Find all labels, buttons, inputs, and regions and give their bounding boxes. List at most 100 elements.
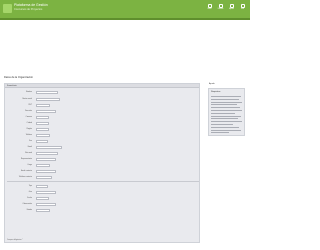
user-label: Usuario bbox=[217, 9, 224, 10]
text-field[interactable] bbox=[36, 139, 48, 143]
help-label-top: Ayuda bbox=[229, 9, 234, 10]
text-field[interactable]: Nombre bbox=[36, 97, 60, 101]
text-field[interactable] bbox=[36, 202, 56, 206]
field-label: Fax bbox=[29, 140, 32, 142]
app-subtitle: Concursos de Proyectos bbox=[14, 8, 43, 11]
text-field[interactable] bbox=[36, 151, 58, 155]
text-field[interactable] bbox=[36, 184, 48, 188]
text-field[interactable] bbox=[36, 190, 56, 194]
exit-label: Salir bbox=[240, 9, 245, 10]
field-label: Comuna bbox=[25, 116, 32, 118]
help-section-label: Ayuda bbox=[209, 83, 215, 85]
field-label: Giro bbox=[28, 191, 32, 193]
help-text-line bbox=[211, 112, 235, 114]
field-label: Email bbox=[27, 146, 32, 148]
text-field[interactable] bbox=[36, 121, 49, 125]
field-label: Cargo bbox=[27, 164, 32, 166]
form-row: Región bbox=[5, 127, 199, 131]
field-label: RUT bbox=[28, 104, 32, 106]
form-row: Teléfono bbox=[5, 133, 199, 137]
form-row: Cargo bbox=[5, 163, 199, 167]
form-row: RUT bbox=[5, 103, 199, 107]
divider bbox=[7, 181, 199, 182]
text-field[interactable] bbox=[36, 109, 56, 113]
field-label: Región bbox=[26, 128, 32, 130]
help-text-line bbox=[211, 98, 239, 100]
form-section-label: Formulario bbox=[7, 84, 17, 87]
footer-note: Campos obligatorios * bbox=[7, 240, 23, 241]
help-icon bbox=[229, 4, 234, 8]
help-text-line bbox=[211, 96, 241, 97]
text-field[interactable] bbox=[36, 115, 49, 119]
field-label: Representante bbox=[20, 158, 32, 160]
text-field[interactable] bbox=[36, 127, 49, 131]
form-row: Observación bbox=[5, 202, 199, 206]
help-title: Requisitos bbox=[211, 91, 221, 93]
field-label: Ciudad bbox=[26, 122, 32, 124]
page-title: Datos de la Organización bbox=[4, 76, 34, 79]
field-label: Razón social bbox=[22, 98, 32, 100]
help-text-line bbox=[211, 126, 239, 128]
text-field[interactable] bbox=[36, 157, 56, 161]
form-panel: Formulario Nombre Razón social Nombre RUT Di… bbox=[4, 83, 200, 243]
home-button[interactable]: Inicio bbox=[206, 4, 213, 10]
form-row: Nombre bbox=[5, 90, 199, 94]
sub-bar bbox=[0, 18, 250, 20]
form-row: Comuna bbox=[5, 115, 199, 119]
home-label: Inicio bbox=[207, 9, 212, 10]
field-label: Sitio web bbox=[25, 152, 32, 154]
field-label: Tipo bbox=[28, 185, 32, 187]
text-field[interactable] bbox=[36, 169, 56, 173]
top-bar: Plataforma de Gestión Concursos de Proye… bbox=[0, 0, 250, 18]
form-row: Fax bbox=[5, 139, 199, 143]
form-row: Fecha bbox=[5, 196, 199, 200]
text-field[interactable] bbox=[36, 90, 58, 94]
form-row: Razón social Nombre bbox=[5, 97, 199, 101]
field-label: Email contacto bbox=[20, 170, 32, 172]
text-field[interactable] bbox=[36, 103, 50, 107]
form-row: Email contacto bbox=[5, 169, 199, 173]
help-text-line bbox=[211, 132, 229, 134]
help-text-line bbox=[211, 110, 242, 111]
top-nav: Inicio Usuario Ayuda Salir bbox=[206, 4, 246, 14]
help-panel: Requisitos bbox=[208, 88, 245, 136]
help-text-line bbox=[211, 107, 240, 108]
form-row: Estado bbox=[5, 208, 199, 212]
form-row: Representante bbox=[5, 157, 199, 161]
app-title: Plataforma de Gestión bbox=[14, 3, 48, 7]
form-panel-header: Formulario bbox=[5, 84, 199, 88]
text-field[interactable] bbox=[36, 145, 62, 149]
help-text-line bbox=[211, 124, 233, 125]
field-label: Nombre bbox=[25, 91, 32, 93]
logo-icon bbox=[3, 4, 12, 13]
app-logo[interactable]: Plataforma de Gestión Concursos de Proye… bbox=[3, 2, 61, 16]
field-label: Estado bbox=[26, 209, 32, 211]
text-field[interactable] bbox=[36, 196, 49, 200]
field-label: Teléfono contacto bbox=[18, 176, 32, 178]
exit-button[interactable]: Salir bbox=[239, 4, 246, 10]
help-text-line bbox=[211, 129, 241, 131]
help-text-line bbox=[211, 121, 242, 122]
field-label: Teléfono bbox=[25, 134, 32, 136]
text-field[interactable] bbox=[36, 163, 50, 167]
home-icon bbox=[207, 4, 212, 8]
form-row: Tipo bbox=[5, 184, 199, 188]
field-label: Fecha bbox=[27, 197, 32, 199]
help-text-line bbox=[211, 104, 237, 106]
form-row: Dirección bbox=[5, 109, 199, 113]
help-text-line bbox=[211, 118, 238, 120]
field-label: Observación bbox=[22, 203, 32, 205]
help-text-line bbox=[211, 101, 242, 103]
user-button[interactable]: Usuario bbox=[217, 4, 224, 10]
form-row: Ciudad bbox=[5, 121, 199, 125]
form-row: Sitio web bbox=[5, 151, 199, 155]
help-button[interactable]: Ayuda bbox=[228, 4, 235, 10]
form-row: Teléfono contacto bbox=[5, 175, 199, 179]
exit-icon bbox=[240, 4, 245, 8]
help-text-line bbox=[211, 115, 241, 117]
user-icon bbox=[218, 4, 223, 8]
text-field[interactable] bbox=[36, 175, 52, 179]
form-row: Giro bbox=[5, 190, 199, 194]
text-field[interactable] bbox=[36, 208, 50, 212]
text-field[interactable] bbox=[36, 133, 50, 137]
